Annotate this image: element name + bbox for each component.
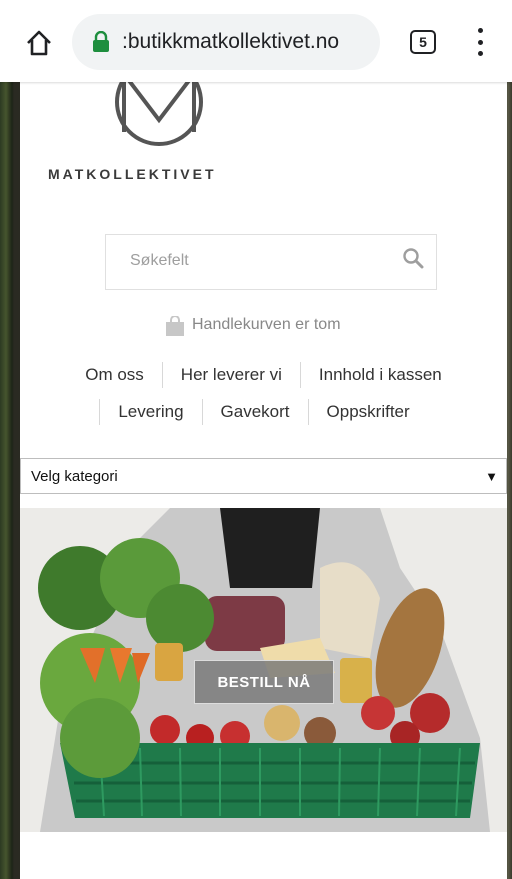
nav-oppskrifter[interactable]: Oppskrifter <box>309 399 428 425</box>
logo-mark-icon <box>115 58 203 146</box>
address-bar[interactable]: :butikkmatkollektivet.no <box>72 14 380 70</box>
main-nav-row-1: Om oss Her leverer vi Innhold i kassen <box>20 362 507 388</box>
nav-innhold-i-kassen[interactable]: Innhold i kassen <box>301 362 460 388</box>
main-nav-row-2: Levering Gavekort Oppskrifter <box>20 399 507 425</box>
dot-icon <box>477 39 483 45</box>
nav-her-leverer-vi[interactable]: Her leverer vi <box>163 362 300 388</box>
url-text: :butikkmatkollektivet.no <box>122 30 340 53</box>
cart-status-text: Handlekurven er tom <box>192 316 341 333</box>
cart-link[interactable]: Handlekurven er tom <box>166 314 341 336</box>
search-icon[interactable] <box>402 247 424 269</box>
shopping-bag-icon <box>166 315 184 336</box>
search-box <box>105 234 437 290</box>
category-select[interactable]: Velg kategori ▼ <box>20 458 507 494</box>
nav-gavekort[interactable]: Gavekort <box>203 399 308 425</box>
order-now-button[interactable]: BESTILL NÅ <box>194 660 334 704</box>
tab-switcher-button[interactable]: 5 <box>410 30 436 54</box>
category-selected-value: Velg kategori <box>31 467 118 485</box>
nav-levering[interactable]: Levering <box>100 399 201 425</box>
hero-banner: BESTILL NÅ <box>20 508 507 832</box>
brand-name[interactable]: MATKOLLEKTIVET <box>48 166 217 182</box>
browser-toolbar: :butikkmatkollektivet.no 5 <box>0 0 512 82</box>
home-button[interactable] <box>22 26 56 60</box>
lock-icon <box>92 30 110 53</box>
search-input[interactable] <box>128 251 382 271</box>
home-icon <box>27 30 51 56</box>
nav-om-oss[interactable]: Om oss <box>67 362 162 388</box>
dropdown-arrow-icon: ▼ <box>485 468 498 484</box>
dot-icon <box>477 28 483 33</box>
dot-icon <box>477 51 483 56</box>
overflow-menu-button[interactable] <box>470 28 490 56</box>
web-page: MATKOLLEKTIVET Handlekurven er tom Om os… <box>20 58 507 879</box>
